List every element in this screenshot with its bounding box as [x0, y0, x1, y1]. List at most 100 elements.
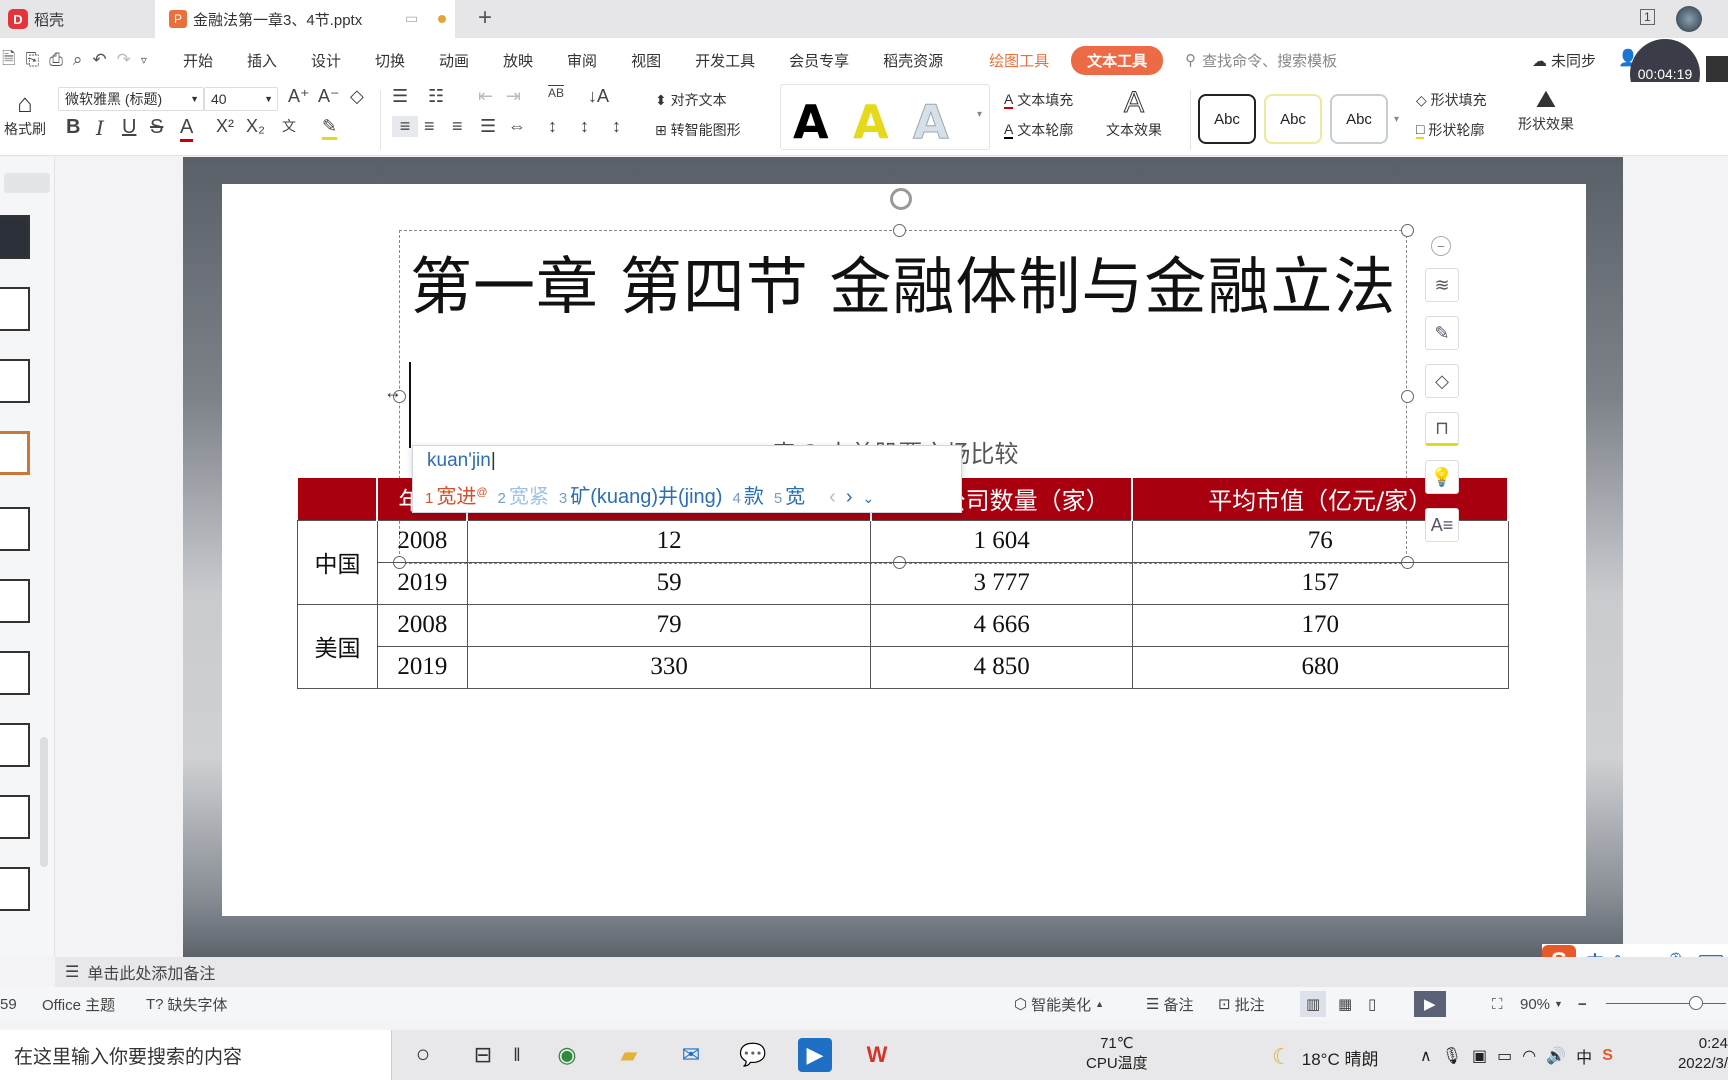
slide-thumbnail[interactable]: [0, 215, 30, 259]
battery-icon[interactable]: ▭: [1497, 1046, 1512, 1066]
sogou-tray-icon[interactable]: S: [1602, 1047, 1613, 1065]
align-center-icon[interactable]: ≡: [424, 116, 435, 137]
menu-insert[interactable]: 插入: [247, 50, 277, 71]
smart-idea-icon[interactable]: 💡: [1425, 460, 1459, 494]
gallery-more-icon[interactable]: ▾: [977, 109, 982, 120]
save-icon[interactable]: 🗎: [2, 46, 16, 75]
numbered-list-icon[interactable]: ☷: [428, 86, 444, 107]
distribute-icon[interactable]: ⇔: [508, 116, 526, 137]
menu-slideshow[interactable]: 放映: [503, 50, 533, 71]
print-preview-icon[interactable]: ⌕: [73, 50, 83, 70]
menu-transition[interactable]: 切换: [375, 50, 405, 71]
play-slideshow-button[interactable]: ▶: [1414, 991, 1446, 1017]
mic-tray-icon[interactable]: 🎙: [1442, 1046, 1462, 1066]
weather-widget[interactable]: ☾ 18°C 晴朗: [1272, 1044, 1378, 1070]
align-right-icon[interactable]: ≡: [452, 116, 463, 137]
wordart-style-outline[interactable]: A: [913, 95, 950, 150]
taskbar-search[interactable]: 在这里输入你要搜索的内容: [0, 1030, 392, 1080]
thumbnail-scrollbar[interactable]: [40, 737, 48, 867]
ime-candidate-1[interactable]: 1 宽进@: [425, 480, 488, 509]
redo-icon[interactable]: ↷: [117, 50, 131, 70]
clock[interactable]: 0:24 2022/3/: [1672, 1034, 1728, 1074]
tab-document[interactable]: P 金融法第一章3、4节.pptx ▭: [155, 0, 455, 38]
outline-icon[interactable]: ⊓: [1425, 412, 1459, 446]
zoom-slider-handle[interactable]: [1689, 996, 1703, 1010]
paragraph-spacing-icon[interactable]: ↕: [580, 116, 589, 137]
reading-view-icon[interactable]: ▯: [1368, 995, 1376, 1013]
sync-status[interactable]: ☁ 未同步: [1532, 50, 1596, 71]
slide-thumbnail-current[interactable]: [0, 431, 30, 475]
decrease-font-icon[interactable]: A⁻: [318, 86, 340, 107]
menu-view[interactable]: 视图: [631, 50, 661, 71]
comment-button[interactable]: ⊡ 批注: [1218, 994, 1265, 1015]
align-text-button[interactable]: ⬍ 对齐文本: [655, 90, 727, 110]
selection-handle[interactable]: [1401, 224, 1414, 237]
menu-drawing-tools[interactable]: 绘图工具: [989, 50, 1049, 71]
window-count-badge[interactable]: 1: [1640, 9, 1655, 25]
increase-font-icon[interactable]: A⁺: [288, 86, 310, 107]
text-outline-button[interactable]: A 文本轮廓: [1004, 120, 1073, 140]
brush-style-icon[interactable]: ✎: [1425, 316, 1459, 350]
ime-next-page-icon[interactable]: ›: [846, 486, 853, 509]
shape-style-gray[interactable]: Abc: [1330, 94, 1388, 144]
strikethrough-icon[interactable]: S: [150, 116, 163, 139]
wps-icon[interactable]: W: [860, 1038, 894, 1072]
slide-thumbnail[interactable]: [0, 723, 30, 767]
slide-thumbnail[interactable]: [0, 795, 30, 839]
ime-expand-icon[interactable]: ⌄: [863, 490, 875, 507]
fill-bucket-icon[interactable]: ◇: [1425, 364, 1459, 398]
shape-style-black[interactable]: Abc: [1198, 94, 1256, 144]
normal-view-icon[interactable]: ▥: [1300, 991, 1327, 1017]
font-color-icon[interactable]: A: [180, 116, 194, 142]
bold-icon[interactable]: B: [66, 116, 80, 139]
undo-icon[interactable]: ↶: [92, 50, 106, 70]
menu-design[interactable]: 设计: [311, 50, 341, 71]
video-app-icon[interactable]: ▶: [798, 1038, 832, 1072]
chrome-icon[interactable]: ◉: [550, 1038, 584, 1072]
selection-handle[interactable]: [893, 224, 906, 237]
smart-shape-button[interactable]: ⊞ 转智能图形: [655, 120, 741, 140]
user-avatar[interactable]: [1676, 6, 1702, 32]
increase-indent-icon[interactable]: ⇥: [506, 86, 521, 107]
menu-developer[interactable]: 开发工具: [695, 50, 755, 71]
ime-candidate-2[interactable]: 2 宽紧: [498, 480, 549, 509]
shape-outline-button[interactable]: □ 形状轮廓: [1416, 120, 1484, 140]
menu-member[interactable]: 会员专享: [789, 50, 849, 71]
highlight-icon[interactable]: ✎: [322, 116, 338, 140]
input-language[interactable]: 中: [1576, 1044, 1592, 1068]
notes-toggle-button[interactable]: ☰ 备注: [1146, 994, 1193, 1015]
show-hidden-icons[interactable]: ∧: [1420, 1046, 1432, 1066]
shape-fill-button[interactable]: ◇ 形状填充: [1416, 90, 1487, 110]
wordart-style-yellow[interactable]: A: [853, 95, 889, 149]
wordart-style-black[interactable]: A: [793, 95, 829, 149]
menu-animation[interactable]: 动画: [439, 50, 469, 71]
font-size-select[interactable]: 40 ▼: [204, 87, 278, 111]
export-icon[interactable]: ⎘: [26, 50, 40, 70]
spacing-options-icon[interactable]: ↕: [612, 116, 621, 137]
theme-name[interactable]: Office 主题: [42, 994, 115, 1015]
command-search[interactable]: ⚲ 查找命令、搜索模板: [1185, 50, 1337, 71]
zoom-slider[interactable]: [1606, 1003, 1726, 1004]
mail-icon[interactable]: ✉: [674, 1038, 708, 1072]
file-explorer-icon[interactable]: ▰: [612, 1038, 646, 1072]
shape-style-yellow[interactable]: Abc: [1264, 94, 1322, 144]
customize-dropdown-icon[interactable]: ▿: [141, 53, 147, 67]
tab-docer-home[interactable]: D 稻壳: [0, 0, 155, 38]
notes-pane[interactable]: ☰ 单击此处添加备注: [55, 957, 1728, 987]
text-direction-icon[interactable]: ↓A: [588, 86, 609, 107]
new-tab-button[interactable]: +: [478, 4, 492, 32]
wechat-icon[interactable]: 💬: [736, 1038, 770, 1072]
decrease-indent-icon[interactable]: ⇤: [478, 86, 493, 107]
shape-effect-button[interactable]: ⛰ 形状效果: [1518, 86, 1574, 134]
ime-prev-page-icon[interactable]: ‹: [829, 486, 836, 509]
pinyin-guide-icon[interactable]: 文: [282, 116, 296, 136]
cortana-icon[interactable]: ○: [406, 1038, 440, 1072]
text-effect-button[interactable]: A 文本效果: [1106, 86, 1162, 140]
slide-view-toggle[interactable]: [4, 173, 50, 193]
ime-candidate-5[interactable]: 5宽: [774, 480, 805, 509]
align-left-icon[interactable]: ≡: [392, 116, 418, 137]
character-spacing-icon[interactable]: AB: [548, 86, 564, 100]
slide-thumbnail[interactable]: [0, 579, 30, 623]
missing-font-button[interactable]: T? 缺失字体: [146, 994, 228, 1015]
clear-format-icon[interactable]: ◇: [350, 86, 364, 107]
